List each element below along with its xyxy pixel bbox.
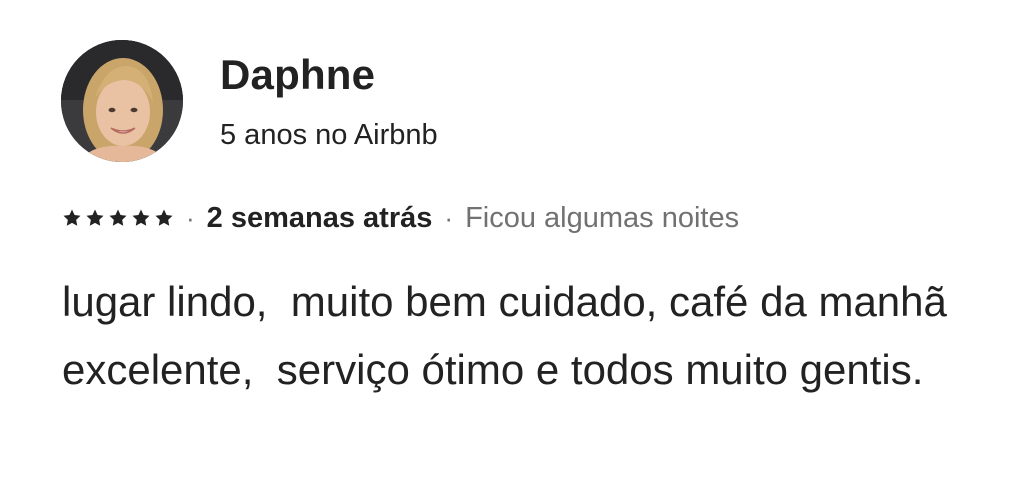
star-icon	[109, 209, 127, 226]
star-icon	[155, 209, 173, 226]
reviewer-name: Daphne	[220, 51, 376, 98]
star-icon	[86, 209, 104, 226]
review-card: Daphne 5 anos no Airbnb · 2 semanas atrá…	[0, 0, 1024, 485]
reviewer-tenure: 5 anos no Airbnb	[220, 119, 438, 151]
star-icon	[63, 209, 81, 226]
user-photo-icon	[61, 40, 183, 162]
star-rating	[62, 208, 174, 228]
review-meta-row: · 2 semanas atrás · Ficou algumas noites	[62, 198, 739, 238]
review-date: 2 semanas atrás	[206, 202, 433, 234]
separator-dot: ·	[444, 203, 454, 233]
separator-dot: ·	[186, 203, 195, 233]
stay-length: Ficou algumas noites	[465, 202, 740, 234]
star-icon	[132, 209, 150, 226]
review-text: lugar lindo, muito bem cuidado, café da …	[62, 278, 959, 393]
avatar[interactable]	[61, 40, 183, 162]
